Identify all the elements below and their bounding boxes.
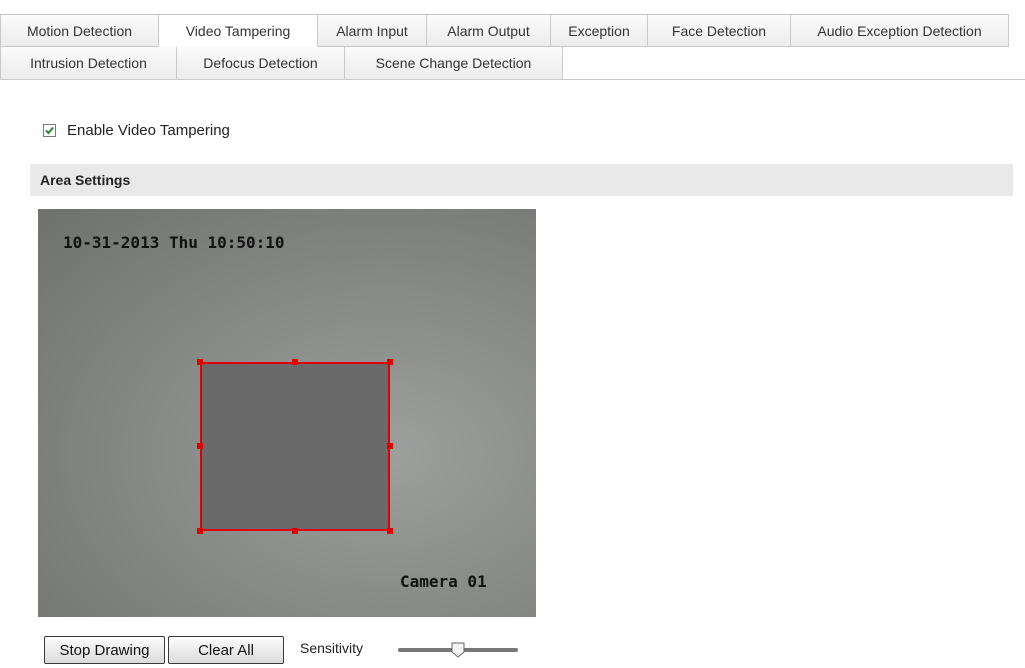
enable-video-tampering-label: Enable Video Tampering xyxy=(67,122,230,139)
slider-thumb[interactable] xyxy=(451,642,465,658)
region-handle[interactable] xyxy=(197,443,203,449)
tab-exception[interactable]: Exception xyxy=(551,14,648,47)
tab-row-1: Motion Detection Video Tampering Alarm I… xyxy=(0,14,1009,47)
osd-camera-name: Camera 01 xyxy=(400,572,487,591)
tab-video-tampering[interactable]: Video Tampering xyxy=(159,14,318,47)
tab-alarm-input[interactable]: Alarm Input xyxy=(318,14,427,47)
tab-defocus-detection[interactable]: Defocus Detection xyxy=(177,47,345,80)
tab-scene-change-detection[interactable]: Scene Change Detection xyxy=(345,47,563,80)
tab-audio-exception-detection[interactable]: Audio Exception Detection xyxy=(791,14,1009,47)
video-preview[interactable]: 10-31-2013 Thu 10:50:10 Camera 01 xyxy=(38,209,536,617)
sensitivity-label: Sensitivity xyxy=(300,640,364,656)
stop-drawing-button[interactable]: Stop Drawing xyxy=(44,636,165,664)
tab-intrusion-detection[interactable]: Intrusion Detection xyxy=(0,47,177,80)
sensitivity-slider[interactable] xyxy=(398,642,518,658)
tab-divider xyxy=(563,79,1025,80)
region-handle[interactable] xyxy=(292,359,298,365)
region-handle[interactable] xyxy=(197,528,203,534)
region-handle[interactable] xyxy=(387,359,393,365)
area-settings-header: Area Settings xyxy=(30,164,1013,196)
tamper-region[interactable] xyxy=(200,362,390,531)
osd-timestamp: 10-31-2013 Thu 10:50:10 xyxy=(63,233,285,252)
region-handle[interactable] xyxy=(197,359,203,365)
tab-row-2: Intrusion Detection Defocus Detection Sc… xyxy=(0,47,563,80)
tab-alarm-output[interactable]: Alarm Output xyxy=(427,14,551,47)
region-handle[interactable] xyxy=(292,528,298,534)
tab-face-detection[interactable]: Face Detection xyxy=(648,14,791,47)
region-handle[interactable] xyxy=(387,443,393,449)
enable-video-tampering: Enable Video Tampering xyxy=(43,122,230,139)
tab-motion-detection[interactable]: Motion Detection xyxy=(0,14,159,47)
enable-video-tampering-checkbox[interactable] xyxy=(43,124,56,137)
clear-all-button[interactable]: Clear All xyxy=(168,636,284,664)
region-handle[interactable] xyxy=(387,528,393,534)
checkmark-icon xyxy=(45,126,54,135)
